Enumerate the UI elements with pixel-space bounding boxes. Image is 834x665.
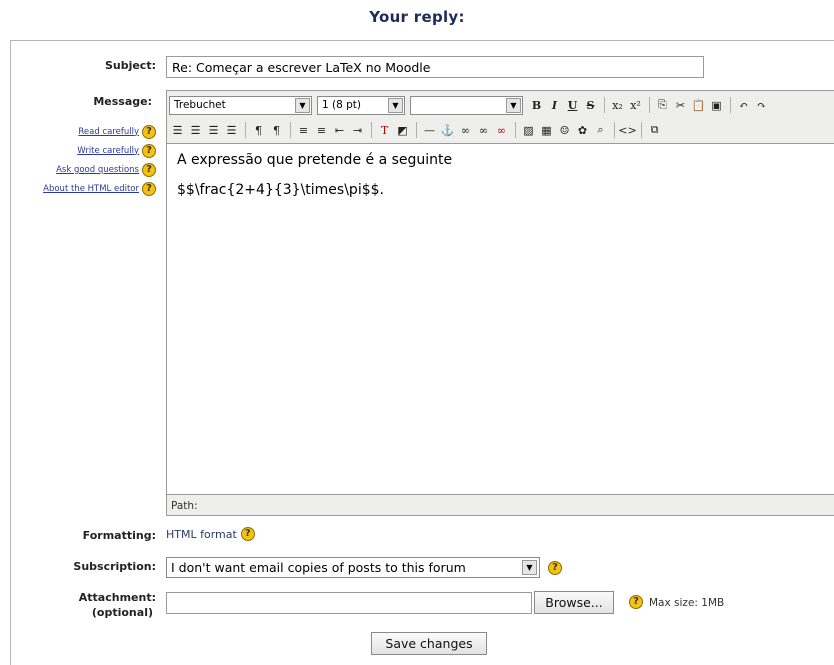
font-select[interactable]: Trebuchet ▼ <box>169 95 312 115</box>
insert-table-icon[interactable]: ▦ <box>538 121 555 139</box>
help-icon[interactable]: ? <box>142 124 156 139</box>
horizontal-rule-icon[interactable]: — <box>421 121 438 139</box>
help-html-editor: About the HTML editor ? <box>18 179 156 198</box>
help-icon[interactable]: ? <box>240 527 255 541</box>
style-select[interactable]: ▼ <box>410 95 523 115</box>
subscription-select[interactable]: I don't want email copies of posts to th… <box>166 557 540 578</box>
write-carefully-link[interactable]: Write carefully <box>77 146 139 156</box>
subject-label: Subject: <box>104 59 156 72</box>
browse-button[interactable]: Browse... <box>534 591 614 614</box>
align-right-icon[interactable]: ☰ <box>205 121 222 139</box>
content-line: $$\frac{2+4}{3}\times\pi$$. <box>177 182 384 198</box>
strikethrough-icon[interactable]: S <box>582 96 599 114</box>
subject-input[interactable] <box>166 56 704 78</box>
editor-toolbar-row-2: ☰ ☰ ☰ ☰ ¶ ¶ ≡ ≡ ⇤ ⇥ T ◩ — ⚓ ∞ ∞ ∞ ▨ ▦ ☺ … <box>169 118 664 142</box>
formatting-value: HTML format ? <box>166 527 255 541</box>
align-justify-icon[interactable]: ☰ <box>223 121 240 139</box>
unordered-list-icon[interactable]: ≡ <box>313 121 330 139</box>
chevron-down-icon: ▼ <box>295 97 310 113</box>
help-read-carefully: Read carefully ? <box>18 122 156 141</box>
help-links: Read carefully ? Write carefully ? Ask g… <box>18 122 156 198</box>
max-size-text: Max size: 1MB <box>649 597 725 609</box>
editor-content[interactable]: A expressão que pretende é a seguinte $$… <box>167 143 834 495</box>
save-changes-button[interactable]: Save changes <box>371 632 487 655</box>
insert-image-icon[interactable]: ▨ <box>520 121 537 139</box>
toolbar-separator <box>290 122 291 138</box>
chevron-down-icon: ▼ <box>522 560 537 575</box>
superscript-icon[interactable]: x² <box>627 96 644 114</box>
nolink-icon[interactable]: ∞ <box>475 121 492 139</box>
paste-word-icon[interactable]: ▣ <box>708 96 725 114</box>
underline-icon[interactable]: U <box>564 96 581 114</box>
help-icon[interactable]: ? <box>142 143 156 158</box>
anchor-icon[interactable]: ⚓ <box>439 121 456 139</box>
toolbar-separator <box>604 97 605 113</box>
content-line: A expressão que pretende é a seguinte <box>177 152 453 168</box>
toolbar-separator <box>416 122 417 138</box>
size-select[interactable]: 1 (8 pt) ▼ <box>317 95 405 115</box>
toolbar-separator <box>641 122 642 138</box>
help-icon[interactable]: ? <box>548 561 562 575</box>
outdent-icon[interactable]: ⇤ <box>331 121 348 139</box>
rtl-icon[interactable]: ¶ <box>268 121 285 139</box>
align-center-icon[interactable]: ☰ <box>187 121 204 139</box>
attachment-label: Attachment: <box>78 591 156 604</box>
chevron-down-icon: ▼ <box>388 97 403 113</box>
toolbar-separator <box>245 122 246 138</box>
toolbar-separator <box>614 122 615 138</box>
text-color-icon[interactable]: T <box>376 121 393 139</box>
unlink-icon[interactable]: ∞ <box>493 121 510 139</box>
cut-icon[interactable]: ✂ <box>672 96 689 114</box>
subscription-label: Subscription: <box>73 560 156 573</box>
toolbar-separator <box>371 122 372 138</box>
italic-icon[interactable]: I <box>546 96 563 114</box>
toolbar-separator <box>649 97 650 113</box>
fullscreen-icon[interactable]: ⧉ <box>646 121 663 139</box>
help-icon[interactable]: ? <box>629 595 643 609</box>
attachment-optional-label: (optional) <box>91 606 153 619</box>
editor-toolbar-row-1: Trebuchet ▼ 1 (8 pt) ▼ ▼ B I U S x₂ x² ⎘… <box>169 93 771 117</box>
reply-heading: Your reply: <box>369 8 465 26</box>
insert-char-icon[interactable]: ✿ <box>574 121 591 139</box>
formatting-label: Formatting: <box>82 529 156 542</box>
help-write-carefully: Write carefully ? <box>18 141 156 160</box>
background-color-icon[interactable]: ◩ <box>394 121 411 139</box>
copy-icon[interactable]: ⎘ <box>654 96 671 114</box>
ltr-icon[interactable]: ¶ <box>250 121 267 139</box>
about-html-editor-link[interactable]: About the HTML editor <box>43 184 139 194</box>
ordered-list-icon[interactable]: ≡ <box>295 121 312 139</box>
toolbar-separator <box>730 97 731 113</box>
subscript-icon[interactable]: x₂ <box>609 96 626 114</box>
ask-good-questions-link[interactable]: Ask good questions <box>56 165 139 175</box>
smiley-icon[interactable]: ☺ <box>556 121 573 139</box>
link-icon[interactable]: ∞ <box>457 121 474 139</box>
message-label: Message: <box>93 95 152 108</box>
html-source-icon[interactable]: <> <box>618 121 636 139</box>
paste-icon[interactable]: 📋 <box>690 96 707 114</box>
help-icon[interactable]: ? <box>142 162 156 177</box>
align-left-icon[interactable]: ☰ <box>169 121 186 139</box>
toolbar-separator <box>515 122 516 138</box>
read-carefully-link[interactable]: Read carefully <box>78 127 139 137</box>
search-replace-icon[interactable]: ⌕ <box>592 121 609 139</box>
help-icon[interactable]: ? <box>142 181 156 196</box>
bold-icon[interactable]: B <box>528 96 545 114</box>
attachment-file-input[interactable] <box>166 592 532 614</box>
indent-icon[interactable]: ⇥ <box>349 121 366 139</box>
editor-path-bar: Path: <box>171 500 198 512</box>
chevron-down-icon: ▼ <box>506 97 521 113</box>
redo-icon[interactable]: ↷ <box>753 96 770 114</box>
html-editor: Trebuchet ▼ 1 (8 pt) ▼ ▼ B I U S x₂ x² ⎘… <box>166 90 834 516</box>
undo-icon[interactable]: ↶ <box>735 96 752 114</box>
help-ask-questions: Ask good questions ? <box>18 160 156 179</box>
